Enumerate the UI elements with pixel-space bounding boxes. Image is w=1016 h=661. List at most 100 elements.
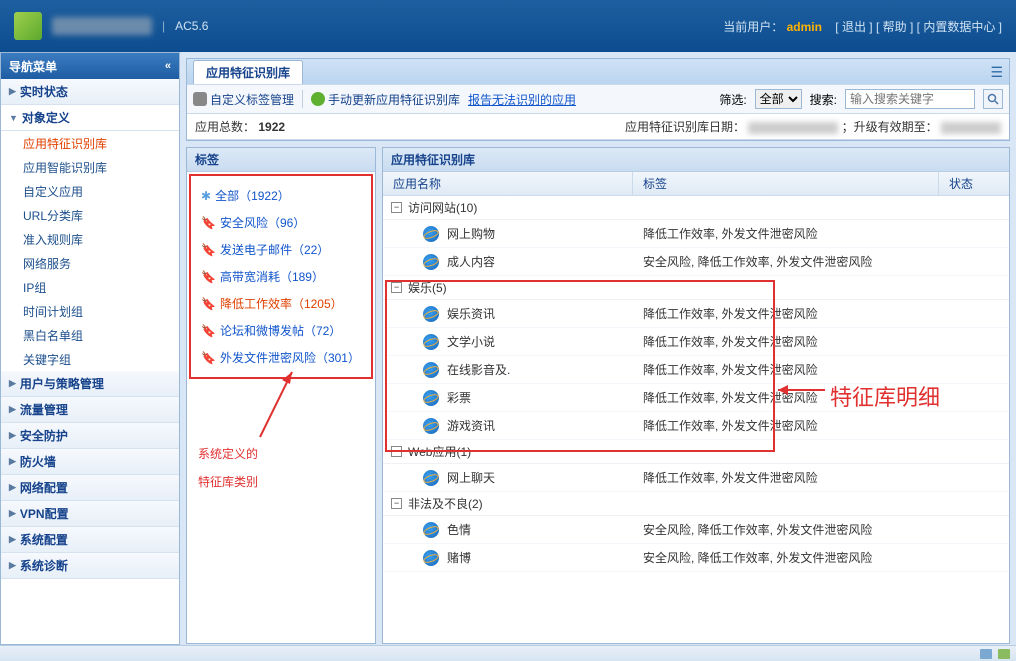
app-row[interactable]: 网上购物降低工作效率, 外发文件泄密风险 bbox=[383, 220, 1009, 248]
status-icon-2[interactable] bbox=[998, 649, 1010, 659]
nav-item[interactable]: ▶VPN配置 bbox=[1, 501, 179, 527]
tag-item[interactable]: 🔖外发文件泄密风险（301） bbox=[199, 344, 363, 371]
toolbar: 自定义标签管理 手动更新应用特征识别库 报告无法识别的应用 筛选: 全部 搜索: bbox=[187, 84, 1009, 114]
nav-item[interactable]: ▶网络配置 bbox=[1, 475, 179, 501]
app-name: 娱乐资讯 bbox=[447, 305, 643, 322]
group-name: Web应用(1) bbox=[408, 443, 471, 460]
app-row[interactable]: 色情安全风险, 降低工作效率, 外发文件泄密风险 bbox=[383, 516, 1009, 544]
nav-subitem[interactable]: 自定义应用 bbox=[1, 179, 179, 203]
tab-app-signature-lib[interactable]: 应用特征识别库 bbox=[193, 60, 303, 84]
nav-item[interactable]: ▶系统诊断 bbox=[1, 553, 179, 579]
status-bar bbox=[0, 645, 1016, 661]
nav-item[interactable]: ▶流量管理 bbox=[1, 397, 179, 423]
app-tags: 降低工作效率, 外发文件泄密风险 bbox=[643, 417, 818, 434]
collapse-toggle-icon[interactable]: − bbox=[391, 498, 402, 509]
magnifier-icon bbox=[987, 93, 999, 105]
main-area: 应用特征识别库 ☰ 自定义标签管理 手动更新应用特征识别库 报告无法识别的应用 … bbox=[180, 52, 1016, 645]
app-name: 在线影音及. bbox=[447, 361, 643, 378]
app-name: 成人内容 bbox=[447, 253, 643, 270]
col-status[interactable]: 状态 bbox=[939, 172, 1009, 195]
filter-select[interactable]: 全部 bbox=[755, 89, 802, 109]
tag-item[interactable]: 🔖论坛和微博发帖（72） bbox=[199, 317, 363, 344]
version-label: AC5.6 bbox=[175, 19, 208, 33]
tag-item[interactable]: 🔖降低工作效率（1205） bbox=[199, 290, 363, 317]
app-tags: 降低工作效率, 外发文件泄密风险 bbox=[643, 469, 818, 486]
custom-tags-button[interactable]: 自定义标签管理 bbox=[193, 91, 294, 108]
tags-panel: 标签 ✱全部（1922）🔖安全风险（96）🔖发送电子邮件（22）🔖高带宽消耗（1… bbox=[186, 147, 376, 644]
tag-label: 外发文件泄密风险（301） bbox=[220, 349, 360, 366]
search-input[interactable] bbox=[845, 89, 975, 109]
logout-link[interactable]: [ 退出 ] bbox=[835, 20, 872, 34]
app-tags: 降低工作效率, 外发文件泄密风险 bbox=[643, 225, 818, 242]
nav-item[interactable]: ▶实时状态 bbox=[1, 79, 179, 105]
header-links: 当前用户： admin [ 退出 ] [ 帮助 ] [ 内置数据中心 ] bbox=[723, 18, 1002, 35]
report-unknown-link[interactable]: 报告无法识别的应用 bbox=[468, 91, 576, 108]
nav-item[interactable]: ▶系统配置 bbox=[1, 527, 179, 553]
nav-subitem[interactable]: 黑白名单组 bbox=[1, 323, 179, 347]
nav-item[interactable]: ▼对象定义 bbox=[1, 105, 179, 131]
nav-subitem[interactable]: URL分类库 bbox=[1, 203, 179, 227]
current-user-name: admin bbox=[787, 20, 822, 34]
search-button[interactable] bbox=[983, 89, 1003, 109]
status-icon-1[interactable] bbox=[980, 649, 992, 659]
nav-label: 对象定义 bbox=[22, 109, 70, 126]
annotation-left: 系统定义的 特征库类别 bbox=[198, 440, 258, 496]
app-row[interactable]: 游戏资讯降低工作效率, 外发文件泄密风险 bbox=[383, 412, 1009, 440]
nav-item[interactable]: ▶安全防护 bbox=[1, 423, 179, 449]
nav-subitem[interactable]: 准入规则库 bbox=[1, 227, 179, 251]
lib-date-value-blur bbox=[748, 122, 838, 134]
col-app-name[interactable]: 应用名称 bbox=[383, 172, 633, 195]
collapse-toggle-icon[interactable]: − bbox=[391, 446, 402, 457]
app-name: 网上聊天 bbox=[447, 469, 643, 486]
nav-subitem[interactable]: 时间计划组 bbox=[1, 299, 179, 323]
sidebar-header: 导航菜单 « bbox=[1, 53, 179, 79]
app-tags: 安全风险, 降低工作效率, 外发文件泄密风险 bbox=[643, 521, 872, 538]
nav-label: 安全防护 bbox=[20, 427, 68, 444]
tag-item[interactable]: 🔖发送电子邮件（22） bbox=[199, 236, 363, 263]
tag-icon: 🔖 bbox=[201, 324, 216, 338]
chevron-icon: ▶ bbox=[9, 404, 16, 415]
tag-item[interactable]: 🔖高带宽消耗（189） bbox=[199, 263, 363, 290]
app-name: 网上购物 bbox=[447, 225, 643, 242]
data-center-link[interactable]: [ 内置数据中心 ] bbox=[917, 20, 1002, 34]
tags-panel-header: 标签 bbox=[187, 148, 375, 172]
app-name: 赌博 bbox=[447, 549, 643, 566]
brand-name-blur bbox=[52, 17, 152, 35]
group-row[interactable]: −娱乐(5) bbox=[383, 276, 1009, 300]
tag-item[interactable]: 🔖安全风险（96） bbox=[199, 209, 363, 236]
collapse-toggle-icon[interactable]: − bbox=[391, 282, 402, 293]
col-tag[interactable]: 标签 bbox=[633, 172, 939, 195]
grid-body[interactable]: −访问网站(10)网上购物降低工作效率, 外发文件泄密风险成人内容安全风险, 降… bbox=[383, 196, 1009, 643]
nav-subitem[interactable]: IP组 bbox=[1, 275, 179, 299]
chevron-icon: ▶ bbox=[9, 456, 16, 467]
sidebar: 导航菜单 « ▶实时状态▼对象定义应用特征识别库应用智能识别库自定义应用URL分… bbox=[0, 52, 180, 645]
tab-menu-icon[interactable]: ☰ bbox=[990, 64, 1003, 81]
chevron-icon: ▶ bbox=[9, 534, 16, 545]
search-label: 搜索: bbox=[810, 91, 837, 108]
app-row[interactable]: 文学小说降低工作效率, 外发文件泄密风险 bbox=[383, 328, 1009, 356]
collapse-toggle-icon[interactable]: − bbox=[391, 202, 402, 213]
total-label: 应用总数： bbox=[195, 120, 255, 134]
nav-subitem[interactable]: 应用智能识别库 bbox=[1, 155, 179, 179]
help-link[interactable]: [ 帮助 ] bbox=[876, 20, 913, 34]
tag-item[interactable]: ✱全部（1922） bbox=[199, 182, 363, 209]
nav-subitem[interactable]: 关键字组 bbox=[1, 347, 179, 371]
manual-update-button[interactable]: 手动更新应用特征识别库 bbox=[311, 91, 460, 108]
nav-item[interactable]: ▶用户与策略管理 bbox=[1, 371, 179, 397]
collapse-icon[interactable]: « bbox=[165, 60, 171, 72]
app-tags: 降低工作效率, 外发文件泄密风险 bbox=[643, 389, 818, 406]
nav-subitem[interactable]: 应用特征识别库 bbox=[1, 131, 179, 155]
app-row[interactable]: 网上聊天降低工作效率, 外发文件泄密风险 bbox=[383, 464, 1009, 492]
valid-until-label: ；升级有效期至： bbox=[842, 120, 938, 134]
nav-item[interactable]: ▶防火墙 bbox=[1, 449, 179, 475]
app-row[interactable]: 娱乐资讯降低工作效率, 外发文件泄密风险 bbox=[383, 300, 1009, 328]
nav-subitem[interactable]: 网络服务 bbox=[1, 251, 179, 275]
annotation-right: 特征库明细 bbox=[830, 380, 940, 412]
star-icon: ✱ bbox=[201, 189, 211, 203]
group-row[interactable]: −非法及不良(2) bbox=[383, 492, 1009, 516]
app-row[interactable]: 成人内容安全风险, 降低工作效率, 外发文件泄密风险 bbox=[383, 248, 1009, 276]
group-row[interactable]: −Web应用(1) bbox=[383, 440, 1009, 464]
app-row[interactable]: 赌博安全风险, 降低工作效率, 外发文件泄密风险 bbox=[383, 544, 1009, 572]
app-name: 游戏资讯 bbox=[447, 417, 643, 434]
group-row[interactable]: −访问网站(10) bbox=[383, 196, 1009, 220]
